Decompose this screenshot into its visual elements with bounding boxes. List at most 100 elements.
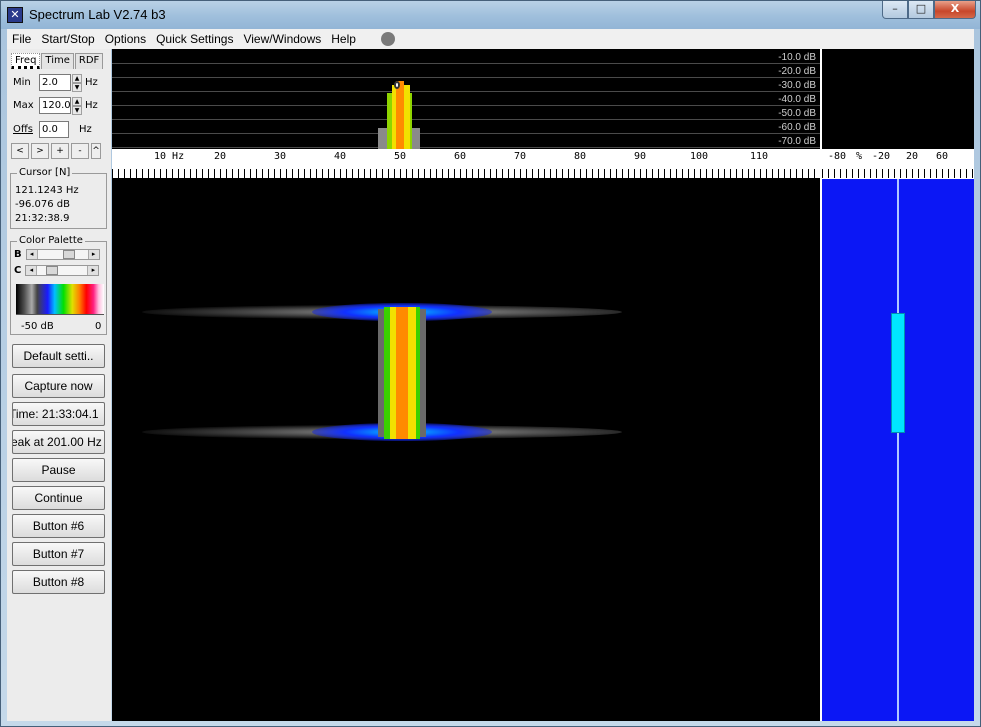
palette-min-label: -50 dB	[21, 321, 54, 332]
control-panel: Freq Time RDF Min 2.0 ▲ ▼ Hz Max 120.0 ▲ ▼…	[7, 49, 111, 721]
max-freq-input[interactable]: 120.0	[39, 97, 71, 114]
min-freq-row: Min 2.0 ▲ ▼ Hz	[13, 74, 98, 92]
freq-tick-label: 110	[750, 151, 769, 162]
waterfall-display[interactable]	[112, 179, 820, 721]
db-gridline	[112, 147, 820, 148]
default-settings-button[interactable]: Default setti..	[12, 344, 105, 368]
cursor-frequency: 121.1243 Hz	[15, 185, 79, 196]
tab-freq[interactable]: Freq	[11, 53, 41, 69]
db-label: -50.0 dB	[772, 108, 816, 119]
panel-tabs: Freq Time RDF	[11, 53, 104, 69]
freq-tick-label: 30	[274, 151, 287, 162]
color-palette-bar[interactable]	[16, 284, 104, 314]
brightness-right-arrow-icon[interactable]: ▸	[87, 250, 99, 259]
display-area[interactable]: -10.0 dB -20.0 dB -30.0 dB -40.0 dB -50.…	[112, 49, 974, 721]
spectrum-peak-orange	[396, 81, 404, 149]
max-freq-unit: Hz	[85, 100, 98, 111]
max-freq-label: Max	[13, 100, 34, 111]
right-ticks	[822, 169, 974, 178]
offset-unit: Hz	[79, 124, 92, 135]
db-gridline	[112, 133, 820, 134]
contrast-row: C ◂ ▸	[14, 265, 100, 276]
zoom-in-button[interactable]: +	[51, 143, 69, 159]
max-freq-spinner[interactable]: ▲ ▼	[72, 97, 82, 115]
db-label: -20.0 dB	[772, 66, 816, 77]
offset-input[interactable]: 0.0	[39, 121, 69, 138]
max-freq-row: Max 120.0 ▲ ▼ Hz	[13, 97, 98, 115]
frequency-axis[interactable]: 10 Hz 20 30 40 50 60 70 80 90 100 110	[112, 149, 820, 179]
right-tick-label: %	[856, 151, 863, 162]
time-display-button[interactable]: Time: 21:33:04.1	[12, 402, 105, 426]
pause-button[interactable]: Pause	[12, 458, 105, 482]
offset-label[interactable]: Offs	[13, 124, 39, 135]
peak-marker-icon[interactable]	[394, 81, 400, 89]
record-indicator-icon[interactable]	[380, 32, 395, 46]
freq-tick-label: 100	[690, 151, 709, 162]
cursor-time: 21:32:38.9	[15, 213, 70, 224]
spectrum-graph[interactable]: -10.0 dB -20.0 dB -30.0 dB -40.0 dB -50.…	[112, 49, 820, 149]
capture-now-button[interactable]: Capture now	[12, 374, 105, 398]
offset-row: Offs 0.0 Hz	[13, 121, 92, 138]
min-freq-label: Min	[13, 77, 31, 88]
freq-ticks	[112, 169, 820, 178]
palette-group-title: Color Palette	[17, 235, 85, 246]
brightness-left-arrow-icon[interactable]: ◂	[26, 250, 38, 259]
contrast-slider[interactable]: ◂ ▸	[25, 265, 100, 276]
expand-button[interactable]: ^	[91, 143, 101, 159]
contrast-thumb[interactable]	[46, 266, 59, 275]
amplitude-trace-line	[897, 179, 899, 721]
app-window: ✕ Spectrum Lab V2.74 b3 – □ X File Start…	[0, 0, 981, 727]
db-gridline	[112, 91, 820, 92]
menu-quick-settings[interactable]: Quick Settings	[151, 32, 238, 46]
brightness-thumb[interactable]	[62, 250, 75, 259]
freq-tick-label: 10 Hz	[154, 151, 185, 162]
freq-nav-buttons: < > + - ^	[11, 143, 103, 159]
right-scale-axis[interactable]: -80 % -20 20 60	[822, 149, 974, 179]
scroll-right-button[interactable]: >	[31, 143, 49, 159]
tab-time[interactable]: Time	[41, 53, 74, 69]
freq-tick-label: 50	[394, 151, 407, 162]
min-freq-spinner[interactable]: ▲ ▼	[72, 74, 82, 92]
button-6[interactable]: Button #6	[12, 514, 105, 538]
button-8[interactable]: Button #8	[12, 570, 105, 594]
freq-tick-label: 70	[514, 151, 527, 162]
brightness-slider[interactable]: ◂ ▸	[25, 249, 100, 260]
db-gridline	[112, 105, 820, 106]
menu-options[interactable]: Options	[100, 32, 151, 46]
maximize-button[interactable]: □	[908, 1, 934, 19]
window-controls: – □ X	[882, 1, 976, 21]
tab-rdf[interactable]: RDF	[74, 53, 104, 69]
menu-view-windows[interactable]: View/Windows	[238, 32, 326, 46]
freq-tick-label: 80	[574, 151, 587, 162]
peak-display-button[interactable]: Peak at 201.00 Hz	[12, 430, 105, 454]
cursor-level: -96.076 dB	[15, 199, 70, 210]
amplitude-waterfall[interactable]	[822, 179, 974, 721]
db-gridline	[112, 77, 820, 78]
title-bar[interactable]: ✕ Spectrum Lab V2.74 b3 – □ X	[1, 1, 980, 29]
zoom-out-button[interactable]: -	[71, 143, 89, 159]
button-7[interactable]: Button #7	[12, 542, 105, 566]
db-label: -40.0 dB	[772, 94, 816, 105]
min-freq-input[interactable]: 2.0	[39, 74, 71, 91]
contrast-left-arrow-icon[interactable]: ◂	[26, 266, 38, 275]
color-palette-group: Color Palette B ◂ ▸ C ◂ ▸ -50 dB 0	[10, 235, 107, 335]
menu-start-stop[interactable]: Start/Stop	[36, 32, 99, 46]
contrast-label: C	[14, 265, 22, 276]
brightness-row: B ◂ ▸	[14, 249, 100, 260]
right-tick-label: -20	[872, 151, 891, 162]
db-gridline	[112, 63, 820, 64]
freq-tick-label: 20	[214, 151, 227, 162]
continue-button[interactable]: Continue	[12, 486, 105, 510]
db-gridline	[112, 119, 820, 120]
right-tick-label: 60	[936, 151, 949, 162]
waterfall-column-orange	[396, 307, 408, 439]
cursor-group: Cursor [N] 121.1243 Hz -96.076 dB 21:32:…	[10, 167, 107, 229]
app-logo-icon[interactable]: ✕	[7, 7, 23, 23]
close-button[interactable]: X	[934, 1, 976, 19]
contrast-right-arrow-icon[interactable]: ▸	[87, 266, 99, 275]
menu-help[interactable]: Help	[326, 32, 361, 46]
scroll-left-button[interactable]: <	[11, 143, 29, 159]
palette-scale	[16, 314, 104, 318]
menu-file[interactable]: File	[7, 32, 36, 46]
minimize-button[interactable]: –	[882, 1, 908, 19]
